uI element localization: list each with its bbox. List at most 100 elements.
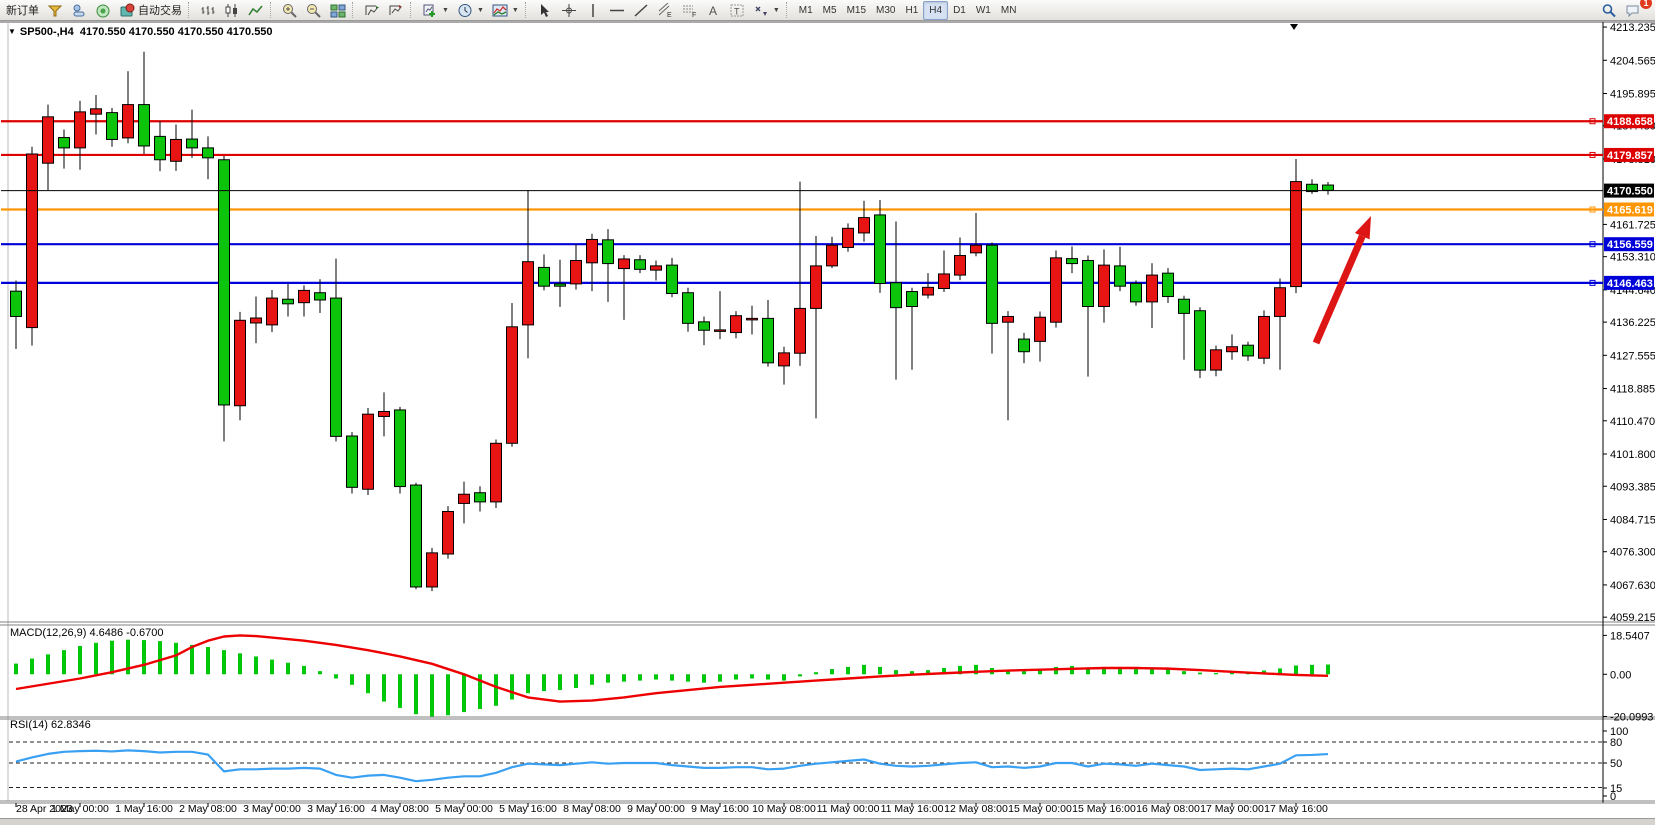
shapes-button[interactable]: ▼ (749, 1, 784, 19)
new-chart-button[interactable]: ▼ (418, 1, 453, 19)
candle-body (1275, 288, 1286, 317)
price-axis-label: 4136.225 (1610, 317, 1655, 329)
timeframe-d1-button[interactable]: D1 (948, 2, 971, 19)
candle-body (1291, 182, 1302, 287)
fibonacci-button[interactable]: F (677, 1, 701, 19)
search-button[interactable] (1597, 1, 1621, 19)
candle-body (1115, 266, 1126, 286)
toolbar-separator (786, 2, 792, 18)
time-axis-label: 11 May 16:00 (881, 803, 944, 815)
periods-button[interactable]: ▼ (453, 1, 488, 19)
bars-chart-button[interactable] (196, 1, 220, 19)
price-badge-label: 4156.559 (1607, 239, 1653, 251)
time-axis-label: 12 May 08:00 (944, 803, 1008, 815)
new-order-button[interactable]: 新订单 (2, 1, 43, 19)
macd-axis-label: -20.0993 (1610, 712, 1653, 724)
candle-body (411, 485, 422, 587)
toolbar: 新订单自动交易▼▼▼EFAT▼M1M5M15M30H1H4D1W1MN1 (0, 0, 1655, 21)
macd-histogram-bar (462, 674, 466, 712)
crosshair-button[interactable] (557, 1, 581, 19)
order-history-button[interactable] (43, 1, 67, 19)
candle-body (43, 117, 54, 163)
candle-body (827, 245, 838, 266)
fibo-equidistant-button[interactable]: E (653, 1, 677, 19)
macd-axis-label: 0.00 (1610, 669, 1631, 681)
dropdown-caret-icon: ▼ (773, 7, 780, 14)
price-badge-label: 4165.619 (1607, 204, 1653, 216)
svg-text:F: F (692, 12, 696, 18)
track-chart-button[interactable] (384, 1, 408, 19)
macd-histogram-bar (190, 645, 194, 674)
cursor-button[interactable] (533, 1, 557, 19)
toolbar-separator (188, 2, 194, 18)
candle-body (747, 318, 758, 320)
rsi-axis-label: 80 (1610, 737, 1622, 749)
candle-body (1163, 273, 1174, 296)
candle-body (1211, 350, 1222, 370)
macd-histogram-bar (782, 674, 786, 680)
timeframe-m15-button[interactable]: M15 (842, 2, 871, 19)
chat-button[interactable]: 1 (1621, 1, 1645, 19)
macd-histogram-bar (734, 674, 738, 679)
timeframe-m1-button[interactable]: M1 (794, 2, 818, 19)
timeframe-m5-button[interactable]: M5 (818, 2, 842, 19)
candle-body (283, 299, 294, 304)
candle-body (363, 414, 374, 489)
timeframe-m30-button[interactable]: M30 (871, 2, 900, 19)
auto-arrange-button[interactable] (360, 1, 384, 19)
zoom-in-button[interactable] (278, 1, 302, 19)
market-watch-button[interactable] (67, 1, 91, 19)
timeframe-mn-button[interactable]: MN (996, 2, 1022, 19)
chart-canvas[interactable]: 4213.2354204.5654195.8954187.4804178.810… (0, 21, 1655, 825)
timeframe-w1-button[interactable]: W1 (971, 2, 996, 19)
macd-histogram-bar (270, 660, 274, 675)
candle-body (491, 443, 502, 502)
signals-button[interactable] (91, 1, 115, 19)
candle-body (1259, 316, 1270, 358)
indicators-button[interactable]: ▼ (488, 1, 523, 19)
price-axis-label: 4153.310 (1610, 252, 1655, 264)
time-axis-label: 4 May 08:00 (371, 803, 429, 815)
macd-histogram-bar (414, 674, 418, 714)
time-axis-label: 11 May 00:00 (817, 803, 880, 815)
candle-body (251, 318, 262, 323)
price-axis-label: 4118.885 (1610, 384, 1655, 396)
label-button[interactable]: T (725, 1, 749, 19)
macd-histogram-bar (446, 674, 450, 715)
candle-body (523, 262, 534, 325)
time-axis-label: 3 May 16:00 (307, 803, 365, 815)
macd-histogram-bar (750, 674, 754, 678)
text-button[interactable]: A (701, 1, 725, 19)
timeframe-h4-button[interactable]: H4 (923, 1, 948, 20)
candle-body (27, 154, 38, 328)
autotrade-button[interactable]: 自动交易 (115, 1, 186, 19)
line-chart-button[interactable] (244, 1, 268, 19)
zoom-out-button[interactable] (302, 1, 326, 19)
price-axis-label: 4059.215 (1610, 612, 1655, 624)
trend-line-button[interactable] (629, 1, 653, 19)
vertical-line-button[interactable] (581, 1, 605, 19)
candle-body (139, 105, 150, 146)
candle-chart-button[interactable] (220, 1, 244, 19)
horizontal-line-button[interactable] (605, 1, 629, 19)
candle-body (891, 283, 902, 308)
candle-body (875, 215, 886, 284)
tile-windows-button[interactable] (326, 1, 350, 19)
price-badge-label: 4170.550 (1607, 186, 1653, 198)
candle-body (1099, 265, 1110, 306)
candle-body (379, 411, 390, 416)
macd-histogram-bar (1070, 666, 1074, 674)
candle-body (859, 218, 870, 233)
macd-histogram-bar (286, 663, 290, 675)
new-order-label: 新订单 (6, 2, 39, 18)
candle-body (91, 109, 102, 114)
candle-body (1179, 299, 1190, 313)
macd-histogram-bar (350, 674, 354, 685)
macd-histogram-bar (334, 674, 338, 678)
dropdown-caret-icon: ▼ (512, 7, 519, 14)
svg-text:E: E (667, 12, 672, 18)
chart-area[interactable]: 4213.2354204.5654195.8954187.4804178.810… (0, 21, 1655, 825)
macd-histogram-bar (30, 659, 34, 675)
timeframe-h1-button[interactable]: H1 (900, 2, 923, 19)
candle-body (507, 327, 518, 443)
